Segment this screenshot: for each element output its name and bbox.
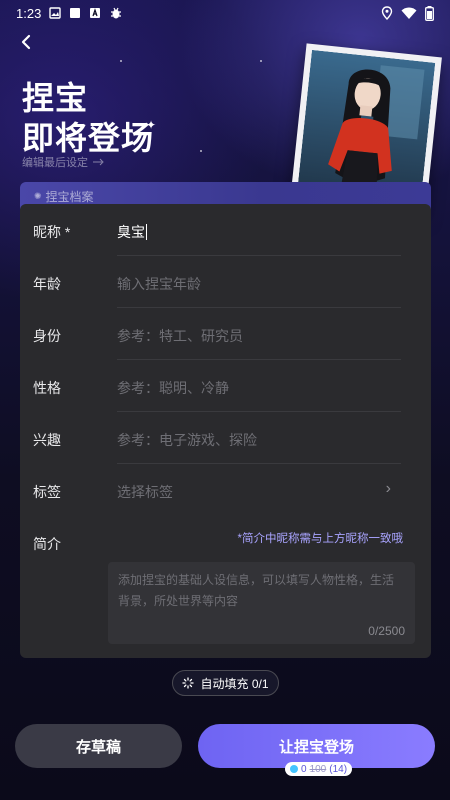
bio-textarea[interactable]: 添加捏宝的基础人设信息，可以填写人物性格，生活背景，所处世界等内容 0/2500	[108, 562, 415, 644]
image-icon	[49, 7, 62, 19]
field-label: 兴趣	[33, 432, 61, 448]
status-bar: 1:23	[0, 0, 450, 26]
spinner-icon	[182, 677, 195, 689]
tags-select[interactable]: 选择标签	[117, 482, 173, 502]
page-title: 捏宝 即将登场	[22, 78, 154, 158]
autofill-button[interactable]: 自动填充 0/1	[172, 670, 279, 696]
field-personality[interactable]: 性格 参考：聪明、冷静	[20, 360, 431, 412]
cost-badge: 0 100 (14)	[285, 762, 353, 776]
chevron-right-icon: ›	[385, 480, 391, 497]
save-draft-label: 存草稿	[75, 738, 121, 756]
field-identity[interactable]: 身份 参考：特工、研究员	[20, 308, 431, 360]
bio-hint: *简介中昵称需与上方昵称一致哦	[237, 533, 403, 545]
personality-input[interactable]: 参考：聪明、冷静	[117, 378, 229, 398]
field-nickname[interactable]: 昵称 * 臭宝	[20, 204, 431, 256]
square-icon	[70, 8, 81, 18]
battery-icon	[425, 5, 434, 21]
submit-label: 让捏宝登场	[278, 738, 354, 756]
field-age[interactable]: 年龄 输入捏宝年龄	[20, 256, 431, 308]
chevron-left-icon	[21, 34, 31, 50]
subtitle-text: 编辑最后设定	[22, 157, 88, 169]
field-label: 昵称 *	[33, 224, 71, 240]
coin-icon	[290, 765, 298, 773]
field-tags[interactable]: 标签 选择标签 ›	[20, 464, 431, 516]
field-label: 年龄	[33, 276, 61, 292]
tab-profile: ✺ 捏宝档案	[34, 188, 94, 205]
bio-char-counter: 0/2500	[368, 624, 405, 638]
a-box-icon	[90, 8, 101, 18]
title-line-1: 捏宝	[22, 80, 89, 116]
text-caret	[146, 224, 147, 240]
save-draft-button[interactable]: 存草稿	[15, 724, 182, 768]
nickname-input[interactable]: 臭宝	[117, 222, 147, 242]
dash-arrow-icon	[93, 158, 104, 166]
wifi-icon	[401, 7, 417, 19]
cost-note: (14)	[329, 763, 348, 775]
field-label: 标签	[33, 484, 61, 500]
interests-input[interactable]: 参考：电子游戏、探险	[117, 430, 257, 450]
sparkle-icon: ✦	[146, 118, 157, 132]
location-icon	[381, 6, 393, 20]
field-label: 身份	[33, 328, 61, 344]
nickname-value: 臭宝	[117, 224, 145, 240]
cost-new: 0	[301, 763, 307, 775]
profile-form: 昵称 * 臭宝 年龄 输入捏宝年龄 身份 参考：特工、研究员 性格 参考：聪明、…	[20, 204, 431, 658]
bug-icon	[111, 7, 122, 19]
autofill-label: 自动填充 0/1	[200, 676, 269, 691]
field-interests[interactable]: 兴趣 参考：电子游戏、探险	[20, 412, 431, 464]
cost-old: 100	[309, 763, 327, 775]
title-line-2: 即将登场	[22, 120, 155, 156]
age-input[interactable]: 输入捏宝年龄	[117, 274, 201, 294]
field-label: 性格	[33, 380, 61, 396]
field-label: 简介	[33, 536, 61, 552]
status-time: 1:23	[16, 5, 42, 21]
tab-dot-icon: ✺	[34, 191, 42, 201]
subtitle: 编辑最后设定	[22, 154, 106, 170]
back-button[interactable]	[14, 30, 38, 54]
identity-input[interactable]: 参考：特工、研究员	[117, 326, 243, 346]
bio-placeholder: 添加捏宝的基础人设信息，可以填写人物性格，生活背景，所处世界等内容	[118, 573, 395, 608]
tab-profile-label: 捏宝档案	[45, 190, 94, 204]
